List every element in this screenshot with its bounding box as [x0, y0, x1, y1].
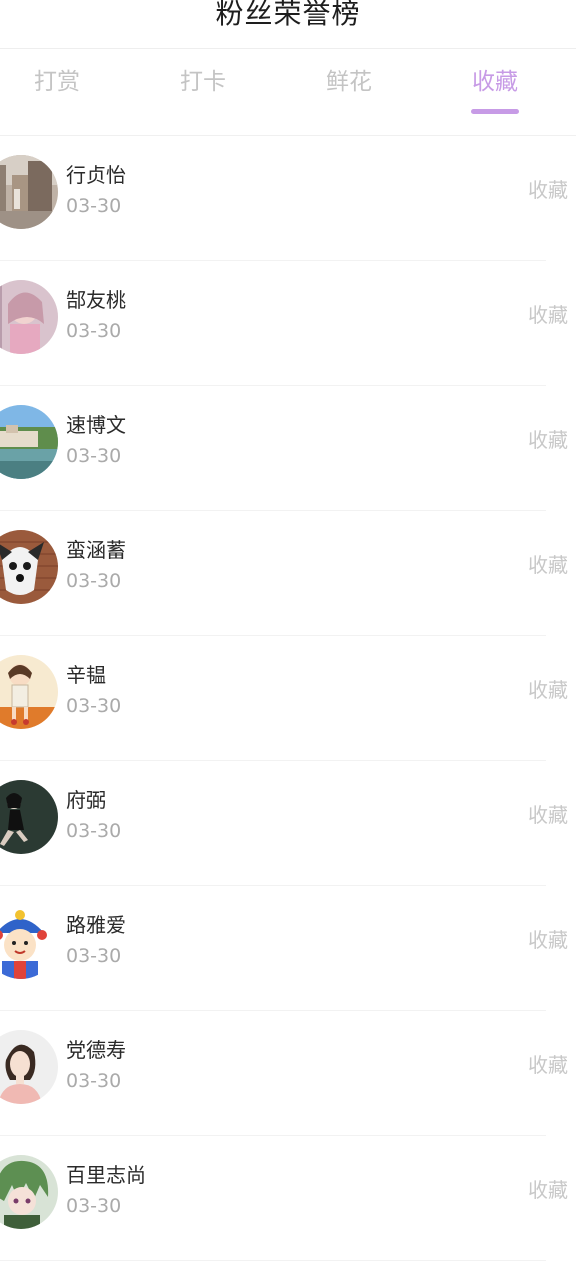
- list-item[interactable]: 蛮涵蓄 03-30 收藏: [0, 511, 568, 636]
- top-bar: 粉丝荣誉榜: [0, 0, 576, 49]
- tab-label: 鲜花: [326, 69, 372, 95]
- list-item[interactable]: 路雅爱 03-30 收藏: [0, 886, 568, 1011]
- tab-checkin[interactable]: 打卡: [130, 49, 276, 135]
- fan-name: 百里志尚: [66, 1163, 146, 1187]
- fan-list: 行贞怡 03-30 收藏 郜友桃 03-30 收藏 速博文 03-30 收藏 蛮…: [0, 136, 576, 1261]
- fan-date: 03-30: [66, 445, 122, 467]
- favorite-action-label[interactable]: 收藏: [528, 301, 568, 329]
- fan-name: 行贞怡: [66, 163, 126, 187]
- fan-date: 03-30: [66, 820, 122, 842]
- tab-label: 打赏: [34, 69, 80, 95]
- tab-bar: 打赏 打卡 鲜花 收藏: [0, 49, 576, 136]
- favorite-action-label[interactable]: 收藏: [528, 801, 568, 829]
- list-item[interactable]: 郜友桃 03-30 收藏: [0, 261, 568, 386]
- list-item[interactable]: 速博文 03-30 收藏: [0, 386, 568, 511]
- fan-date: 03-30: [66, 695, 122, 717]
- fan-name: 辛韫: [66, 663, 106, 687]
- fan-name: 党德寿: [66, 1038, 126, 1062]
- page-title: 粉丝荣誉榜: [215, 0, 361, 30]
- fan-name: 路雅爱: [66, 913, 126, 937]
- favorite-action-label[interactable]: 收藏: [528, 426, 568, 454]
- fan-date: 03-30: [66, 195, 122, 217]
- tab-tip[interactable]: 打赏: [0, 49, 130, 135]
- list-item[interactable]: 辛韫 03-30 收藏: [0, 636, 568, 761]
- avatar: [0, 280, 58, 354]
- avatar: [0, 530, 58, 604]
- fan-name: 速博文: [66, 413, 126, 437]
- avatar: [0, 155, 58, 229]
- fan-date: 03-30: [66, 320, 122, 342]
- favorite-action-label[interactable]: 收藏: [528, 176, 568, 204]
- list-item[interactable]: 行贞怡 03-30 收藏: [0, 136, 568, 261]
- fan-date: 03-30: [66, 570, 122, 592]
- favorite-action-label[interactable]: 收藏: [528, 676, 568, 704]
- tab-flowers[interactable]: 鲜花: [276, 49, 422, 135]
- list-item[interactable]: 党德寿 03-30 收藏: [0, 1011, 568, 1136]
- tab-label: 收藏: [472, 69, 518, 95]
- fan-date: 03-30: [66, 945, 122, 967]
- active-tab-indicator: [471, 109, 519, 114]
- list-item[interactable]: 百里志尚 03-30 收藏: [0, 1136, 568, 1261]
- tab-favorites[interactable]: 收藏: [422, 49, 568, 135]
- favorite-action-label[interactable]: 收藏: [528, 1051, 568, 1079]
- favorite-action-label[interactable]: 收藏: [528, 1176, 568, 1204]
- favorite-action-label[interactable]: 收藏: [528, 551, 568, 579]
- fan-date: 03-30: [66, 1195, 122, 1217]
- avatar: [0, 1155, 58, 1229]
- avatar: [0, 655, 58, 729]
- favorite-action-label[interactable]: 收藏: [528, 926, 568, 954]
- list-item[interactable]: 府弼 03-30 收藏: [0, 761, 568, 886]
- fan-date: 03-30: [66, 1070, 122, 1092]
- fan-name: 郜友桃: [66, 288, 126, 312]
- avatar: [0, 1030, 58, 1104]
- fan-name: 府弼: [66, 788, 106, 812]
- avatar: [0, 905, 58, 979]
- avatar: [0, 405, 58, 479]
- tab-label: 打卡: [180, 69, 226, 95]
- fan-name: 蛮涵蓄: [66, 538, 126, 562]
- avatar: [0, 780, 58, 854]
